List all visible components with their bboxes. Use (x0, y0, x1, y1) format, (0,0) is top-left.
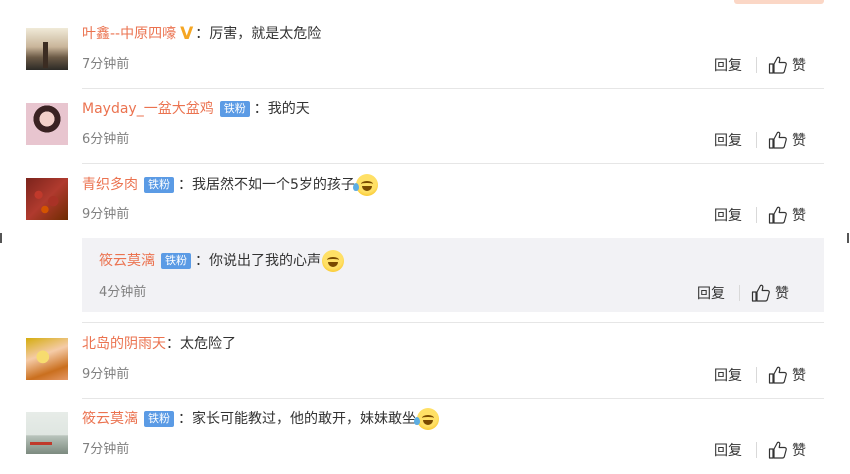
comment-text: 太危险了 (180, 336, 236, 352)
like-button[interactable]: 赞 (751, 283, 789, 303)
comment-line: 北岛的阴雨天 ： 太危险了 (82, 334, 236, 354)
laughing-emoji-icon (322, 250, 344, 272)
avatar[interactable] (26, 28, 68, 70)
thumbs-up-icon (768, 366, 787, 384)
divider (756, 442, 757, 458)
like-label: 赞 (792, 443, 806, 459)
comment-divider (82, 163, 824, 164)
colon: ： (195, 253, 209, 269)
avatar[interactable] (26, 103, 68, 145)
comment-line: 青织多肉 铁粉 ： 我居然不如一个5岁的孩子 (82, 174, 378, 196)
comment-actions: 回复 赞 (714, 54, 826, 76)
like-button[interactable]: 赞 (768, 130, 806, 150)
username[interactable]: 筱云莫漓 (82, 409, 138, 429)
like-button[interactable]: 赞 (768, 440, 806, 460)
comment-line: 筱云莫漓 铁粉 ： 家长可能教过，他的敢开，妹妹敢坐 (82, 408, 439, 430)
comment-text: 厉害，就是太危险 (209, 26, 322, 42)
username[interactable]: 北岛的阴雨天 (82, 334, 166, 354)
nested-reply: 筱云莫漓 铁粉 ： 你说出了我的心声 4分钟前 回复 赞 (82, 238, 824, 312)
comment-time: 7分钟前 (82, 442, 130, 457)
like-button[interactable]: 赞 (768, 55, 806, 75)
colon: ： (178, 411, 192, 427)
fan-badge[interactable]: 铁粉 (144, 177, 174, 193)
reply-button[interactable]: 回复 (714, 440, 742, 460)
divider (739, 285, 740, 301)
thumbs-up-icon (751, 284, 770, 302)
like-label: 赞 (792, 58, 806, 74)
like-label: 赞 (792, 208, 806, 224)
reply-actions: 回复 赞 (697, 282, 809, 304)
reply-button[interactable]: 回复 (697, 283, 725, 303)
reply-line: 筱云莫漓 铁粉 ： 你说出了我的心声 (99, 250, 344, 272)
crying-laughing-emoji-icon (352, 174, 378, 196)
comment-divider (82, 88, 824, 89)
avatar[interactable] (26, 338, 68, 380)
comment-actions: 回复 赞 (714, 129, 826, 151)
like-label: 赞 (792, 368, 806, 384)
fan-badge[interactable]: 铁粉 (144, 411, 174, 427)
vip-badge-icon: V (180, 24, 194, 44)
divider (756, 132, 757, 148)
username[interactable]: Mayday_一盆大盆鸡 (82, 99, 214, 119)
scroll-edge-left (0, 233, 2, 243)
comment-line: Mayday_一盆大盆鸡 铁粉 ： 我的天 (82, 99, 310, 119)
divider (756, 367, 757, 383)
comment-time: 9分钟前 (82, 367, 130, 382)
comment-text: 我居然不如一个5岁的孩子 (192, 177, 355, 193)
colon: ： (195, 26, 210, 42)
avatar[interactable] (26, 178, 68, 220)
colon: ： (253, 101, 268, 117)
reply-button[interactable]: 回复 (714, 365, 742, 385)
reply-text: 你说出了我的心声 (209, 253, 321, 269)
thumbs-up-icon (768, 131, 787, 149)
thumbs-up-icon (768, 56, 787, 74)
divider (756, 57, 757, 73)
fan-badge[interactable]: 铁粉 (161, 253, 191, 269)
reply-button[interactable]: 回复 (714, 205, 742, 225)
username[interactable]: 叶鑫--中原四嚎 (82, 24, 176, 44)
top-action-button[interactable] (734, 0, 824, 4)
comment-time: 6分钟前 (82, 132, 130, 147)
reply-button[interactable]: 回复 (714, 130, 742, 150)
comment-actions: 回复 赞 (714, 439, 826, 461)
reply-time: 4分钟前 (99, 285, 147, 300)
comment-divider (82, 398, 824, 399)
comment-actions: 回复 赞 (714, 204, 826, 226)
comment-text: 我的天 (267, 101, 310, 117)
scroll-edge-right (847, 233, 849, 243)
divider (756, 207, 757, 223)
thumbs-up-icon (768, 441, 787, 459)
reply-button[interactable]: 回复 (714, 55, 742, 75)
colon: ： (178, 177, 192, 193)
comment-divider (82, 322, 824, 323)
comment-text: 家长可能教过，他的敢开，妹妹敢坐 (192, 411, 416, 427)
fan-badge[interactable]: 铁粉 (219, 101, 250, 117)
like-button[interactable]: 赞 (768, 365, 806, 385)
like-button[interactable]: 赞 (768, 205, 806, 225)
colon: ： (166, 336, 180, 352)
username[interactable]: 青织多肉 (82, 175, 138, 195)
username[interactable]: 筱云莫漓 (99, 251, 155, 271)
crying-laughing-emoji-icon (414, 408, 439, 430)
like-label: 赞 (792, 133, 806, 149)
like-label: 赞 (775, 286, 789, 302)
comment-time: 9分钟前 (82, 207, 130, 222)
comment-actions: 回复 赞 (714, 364, 826, 386)
thumbs-up-icon (768, 206, 787, 224)
comment-line: 叶鑫--中原四嚎 V ： 厉害，就是太危险 (82, 24, 321, 44)
avatar[interactable] (26, 412, 68, 454)
comment-time: 7分钟前 (82, 57, 130, 72)
